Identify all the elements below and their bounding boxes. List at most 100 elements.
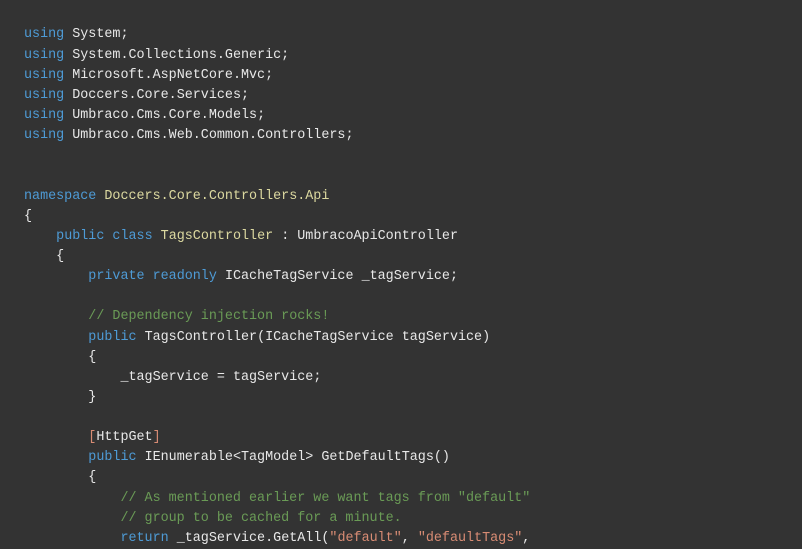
code-token: using xyxy=(24,128,65,144)
code-line: private readonly ICacheTagService _tagSe… xyxy=(24,267,802,287)
code-token: ; xyxy=(257,107,266,123)
code-token: { xyxy=(56,248,65,264)
code-token: . xyxy=(265,530,274,546)
code-line: using Umbraco.Cms.Core.Models; xyxy=(24,106,802,126)
code-token: } xyxy=(88,389,97,405)
code-line: using System.Collections.Generic; xyxy=(24,46,802,66)
code-token: Doccers.Core.Controllers.Api xyxy=(104,188,330,204)
code-token: private xyxy=(88,269,145,285)
code-token: _tagService xyxy=(120,369,209,385)
code-token: TagsController xyxy=(144,329,258,345)
code-line: } xyxy=(24,388,802,408)
code-token: public xyxy=(88,450,137,466)
code-token: ; xyxy=(120,27,129,43)
code-token: _tagService xyxy=(176,530,266,546)
code-line: _tagService = tagService; xyxy=(24,368,802,388)
code-line: // group to be cached for a minute. xyxy=(24,509,802,529)
code-line: // Dependency injection rocks! xyxy=(24,307,802,327)
code-line: { xyxy=(24,207,802,227)
code-token: Umbraco.Cms.Web.Common.Controllers xyxy=(72,128,346,144)
code-token: , xyxy=(401,530,418,546)
code-line: return _tagService.GetAll("default", "de… xyxy=(24,529,802,549)
code-token: { xyxy=(24,208,33,224)
code-line: { xyxy=(24,247,802,267)
code-token: // As mentioned earlier we want tags fro… xyxy=(120,490,531,506)
code-token: using xyxy=(24,107,65,123)
code-token: ; xyxy=(281,47,290,63)
code-token: _tagService xyxy=(361,269,450,285)
code-content[interactable]: using System; using System.Collections.Ge… xyxy=(24,25,802,549)
code-token: ; xyxy=(240,87,250,103)
code-line: public TagsController(ICacheTagService t… xyxy=(24,328,802,348)
code-token: GetAll xyxy=(273,530,322,546)
code-token: readonly xyxy=(152,269,217,285)
code-token: Doccers.Core.Services xyxy=(72,87,241,103)
code-line: public class TagsController : UmbracoApi… xyxy=(24,227,802,247)
code-token: ] xyxy=(152,430,161,446)
code-token: "defaultTags" xyxy=(417,530,523,546)
code-token: tagService xyxy=(401,329,483,345)
code-line: using Umbraco.Cms.Web.Common.Controllers… xyxy=(24,126,802,146)
code-line: using System; xyxy=(24,25,802,45)
code-token: GetDefaultTags xyxy=(321,450,434,466)
code-token: IEnumerable<TagModel> xyxy=(144,450,314,466)
code-token: { xyxy=(88,349,97,365)
code-token: "default" xyxy=(329,530,402,546)
code-token: System.Collections.Generic xyxy=(72,47,282,63)
code-token: ; xyxy=(449,269,459,285)
code-token: // Dependency injection rocks! xyxy=(88,309,330,325)
code-line: [HttpGet] xyxy=(24,428,802,448)
code-line: { xyxy=(24,348,802,368)
code-token: public xyxy=(56,228,105,244)
code-token: ( xyxy=(257,329,266,345)
code-token: TagsController xyxy=(160,228,274,244)
code-token: ; xyxy=(313,369,322,385)
code-token: using xyxy=(24,87,65,103)
code-token: using xyxy=(24,47,65,63)
code-line: using Microsoft.AspNetCore.Mvc; xyxy=(24,66,802,86)
code-token: , xyxy=(522,530,531,546)
code-token: System xyxy=(72,27,121,43)
code-token: ; xyxy=(345,128,354,144)
code-token: { xyxy=(88,470,97,486)
code-line: using Doccers.Core.Services; xyxy=(24,86,802,106)
code-token: public xyxy=(88,329,137,345)
code-editor-surface: using System; using System.Collections.Ge… xyxy=(0,0,802,549)
code-token: class xyxy=(112,228,153,244)
code-line: { xyxy=(24,468,802,488)
code-token: : xyxy=(273,228,298,244)
code-token: return xyxy=(120,530,169,546)
code-line: namespace Doccers.Core.Controllers.Api xyxy=(24,187,802,207)
code-token: ; xyxy=(265,67,274,83)
code-line: public IEnumerable<TagModel> GetDefaultT… xyxy=(24,448,802,468)
code-token: // group to be cached for a minute. xyxy=(120,510,402,526)
code-token: using xyxy=(24,27,65,43)
code-token: Umbraco.Cms.Core.Models xyxy=(72,107,258,123)
code-token: = xyxy=(208,369,233,385)
code-token: UmbracoApiController xyxy=(297,228,458,244)
